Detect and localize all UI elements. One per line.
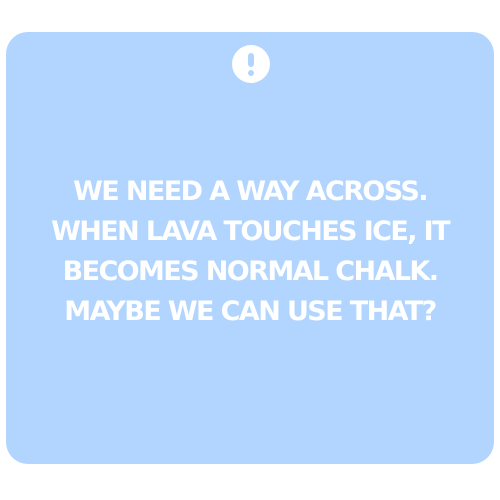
dialog-message: WE NEED A WAY ACROSS. WHEN LAVA TOUCHES … xyxy=(6,172,494,332)
exclamation-circle-icon xyxy=(232,45,270,83)
exclamation-bar xyxy=(248,53,254,67)
message-line-2: WHEN LAVA TOUCHES ICE, IT xyxy=(51,216,450,247)
message-line-3: BECOMES NORMAL CHALK. xyxy=(62,256,439,287)
exclamation-dot xyxy=(248,70,254,76)
message-line-4: MAYBE WE CAN USE THAT? xyxy=(64,296,437,327)
message-line-1: WE NEED A WAY ACROSS. xyxy=(73,176,428,207)
